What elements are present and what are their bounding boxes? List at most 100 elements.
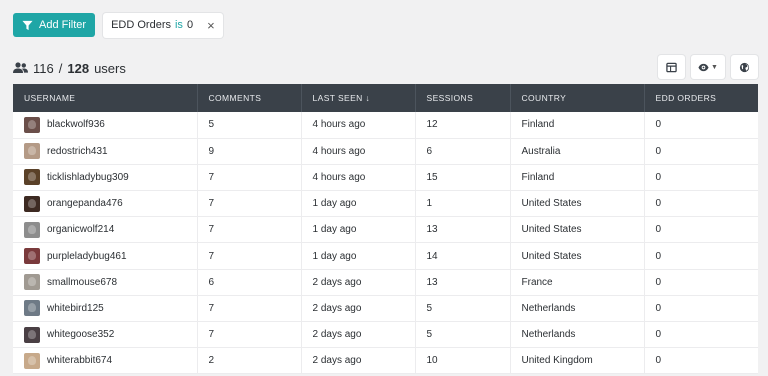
edd-orders-cell: 0 bbox=[655, 145, 662, 157]
country-cell: United Kingdom bbox=[510, 347, 645, 374]
table-row[interactable]: purpleladybug461 7 1 day ago 14 United State… bbox=[13, 242, 758, 270]
comments-cell: 9 bbox=[197, 138, 302, 165]
username-cell: smallmouse678 bbox=[13, 269, 198, 296]
toolbar: ▼ bbox=[658, 55, 758, 79]
column-header-country[interactable]: COUNTRY bbox=[510, 84, 645, 112]
column-header-username[interactable]: USERNAME bbox=[13, 84, 198, 112]
table-row[interactable]: ticklishladybug309 7 4 hours ago 15 Finland 0 bbox=[13, 164, 758, 191]
funnel-icon bbox=[22, 20, 33, 30]
count-unit: users bbox=[94, 60, 126, 76]
eye-icon bbox=[698, 63, 709, 71]
avatar[interactable] bbox=[24, 248, 40, 265]
table-row[interactable]: organicwolf214 7 1 day ago 13 United States 0 bbox=[13, 216, 758, 243]
chevron-down-icon: ▼ bbox=[711, 63, 718, 71]
avatar[interactable] bbox=[24, 116, 40, 133]
table-icon bbox=[666, 62, 677, 72]
column-header-edd-orders[interactable]: EDD ORDERS bbox=[644, 84, 758, 112]
sessions-cell: 5 bbox=[415, 295, 511, 322]
sessions-cell: 13 bbox=[415, 269, 511, 296]
user-cell: purpleladybug461 bbox=[24, 248, 197, 265]
user-cell: ticklishladybug309 bbox=[24, 169, 197, 186]
table-row[interactable]: whiterabbit674 2 2 days ago 10 United Kingdo… bbox=[13, 347, 758, 374]
country-cell: Netherlands bbox=[510, 295, 645, 322]
country-cell: United States bbox=[510, 242, 645, 270]
sessions-cell: 5 bbox=[415, 321, 511, 348]
edd-orders-cell: 0 bbox=[655, 171, 662, 183]
comments-cell: 2 bbox=[197, 347, 302, 374]
table-row[interactable]: blackwolf936 5 4 hours ago 12 Finland 0 bbox=[13, 112, 758, 139]
table-row[interactable]: orangepanda476 7 1 day ago 1 United States 0 bbox=[13, 190, 758, 217]
users-icon bbox=[13, 62, 28, 73]
country-cell: France bbox=[510, 269, 645, 296]
user-cell: organicwolf214 bbox=[24, 221, 197, 238]
username-cell: whitebird125 bbox=[13, 295, 198, 322]
edd-orders-cell: 0 bbox=[655, 329, 662, 341]
user-cell: orangepanda476 bbox=[24, 195, 197, 212]
edd-orders-cell: 0 bbox=[655, 276, 662, 288]
filter-bar: Add Filter EDD Orders is 0 × bbox=[13, 12, 223, 38]
last-seen-cell: 1 day ago bbox=[301, 242, 416, 270]
shown-count: 116 bbox=[33, 60, 54, 76]
username[interactable]: ticklishladybug309 bbox=[47, 172, 129, 183]
table-row[interactable]: whitegoose352 7 2 days ago 5 Netherlands 0 bbox=[13, 321, 758, 348]
filter-chip-value: 0 bbox=[186, 19, 194, 31]
table-row[interactable]: redostrich431 9 4 hours ago 6 Australia 0 bbox=[13, 138, 758, 165]
comments-cell: 6 bbox=[197, 269, 302, 296]
comments-cell: 7 bbox=[197, 216, 302, 243]
country-cell: United States bbox=[510, 190, 645, 217]
comments-cell: 7 bbox=[197, 242, 302, 270]
table-row[interactable]: smallmouse678 6 2 days ago 13 France 0 bbox=[13, 269, 758, 296]
view-options-button[interactable]: ▼ bbox=[691, 55, 725, 79]
username[interactable]: whitebird125 bbox=[47, 303, 104, 314]
last-seen-cell: 1 day ago bbox=[301, 190, 416, 217]
username-cell: whitegoose352 bbox=[13, 321, 198, 348]
username[interactable]: redostrich431 bbox=[47, 146, 108, 157]
last-seen-cell: 1 day ago bbox=[301, 216, 416, 243]
avatar[interactable] bbox=[24, 326, 40, 343]
column-header-sessions[interactable]: SESSIONS bbox=[415, 84, 511, 112]
total-count: 128 bbox=[67, 60, 90, 76]
edd-orders-cell: 0 bbox=[655, 250, 662, 262]
country-cell: Finland bbox=[510, 112, 645, 139]
column-header-last-seen[interactable]: LAST SEEN ↓ bbox=[301, 84, 416, 112]
table-view-button[interactable] bbox=[658, 55, 685, 79]
add-filter-button[interactable]: Add Filter bbox=[13, 13, 96, 37]
username[interactable]: purpleladybug461 bbox=[47, 251, 127, 262]
avatar[interactable] bbox=[24, 352, 40, 369]
map-view-button[interactable] bbox=[731, 55, 758, 79]
avatar[interactable] bbox=[24, 221, 40, 238]
avatar[interactable] bbox=[24, 143, 40, 160]
username-cell: redostrich431 bbox=[13, 138, 198, 165]
user-cell: whiterabbit674 bbox=[24, 352, 197, 369]
avatar[interactable] bbox=[24, 274, 40, 291]
username[interactable]: organicwolf214 bbox=[47, 224, 114, 235]
comments-cell: 7 bbox=[197, 295, 302, 322]
avatar[interactable] bbox=[24, 169, 40, 186]
table-row[interactable]: whitebird125 7 2 days ago 5 Netherlands 0 bbox=[13, 295, 758, 322]
filter-chip-operator: is bbox=[174, 19, 183, 31]
user-cell: blackwolf936 bbox=[24, 116, 197, 133]
country-cell: United States bbox=[510, 216, 645, 243]
sessions-cell: 15 bbox=[415, 164, 511, 191]
username[interactable]: blackwolf936 bbox=[47, 119, 105, 130]
username[interactable]: orangepanda476 bbox=[47, 198, 123, 209]
last-seen-cell: 2 days ago bbox=[301, 269, 416, 296]
username[interactable]: whitegoose352 bbox=[47, 329, 114, 340]
close-icon[interactable]: × bbox=[207, 19, 215, 32]
avatar[interactable] bbox=[24, 195, 40, 212]
sessions-cell: 13 bbox=[415, 216, 511, 243]
user-cell: smallmouse678 bbox=[24, 274, 197, 291]
filter-chip[interactable]: EDD Orders is 0 × bbox=[103, 12, 223, 38]
username[interactable]: smallmouse678 bbox=[47, 277, 117, 288]
username[interactable]: whiterabbit674 bbox=[47, 355, 112, 366]
users-table: USERNAME COMMENTS LAST SEEN ↓ SESSIONS C… bbox=[13, 84, 758, 375]
country-cell: Finland bbox=[510, 164, 645, 191]
avatar[interactable] bbox=[24, 300, 40, 317]
last-seen-cell: 2 days ago bbox=[301, 347, 416, 374]
user-cell: whitegoose352 bbox=[24, 326, 197, 343]
table-header-row: USERNAME COMMENTS LAST SEEN ↓ SESSIONS C… bbox=[13, 84, 758, 112]
username-cell: purpleladybug461 bbox=[13, 242, 198, 270]
user-cell: redostrich431 bbox=[24, 143, 197, 160]
column-header-comments[interactable]: COMMENTS bbox=[197, 84, 302, 112]
last-seen-cell: 4 hours ago bbox=[301, 112, 416, 139]
